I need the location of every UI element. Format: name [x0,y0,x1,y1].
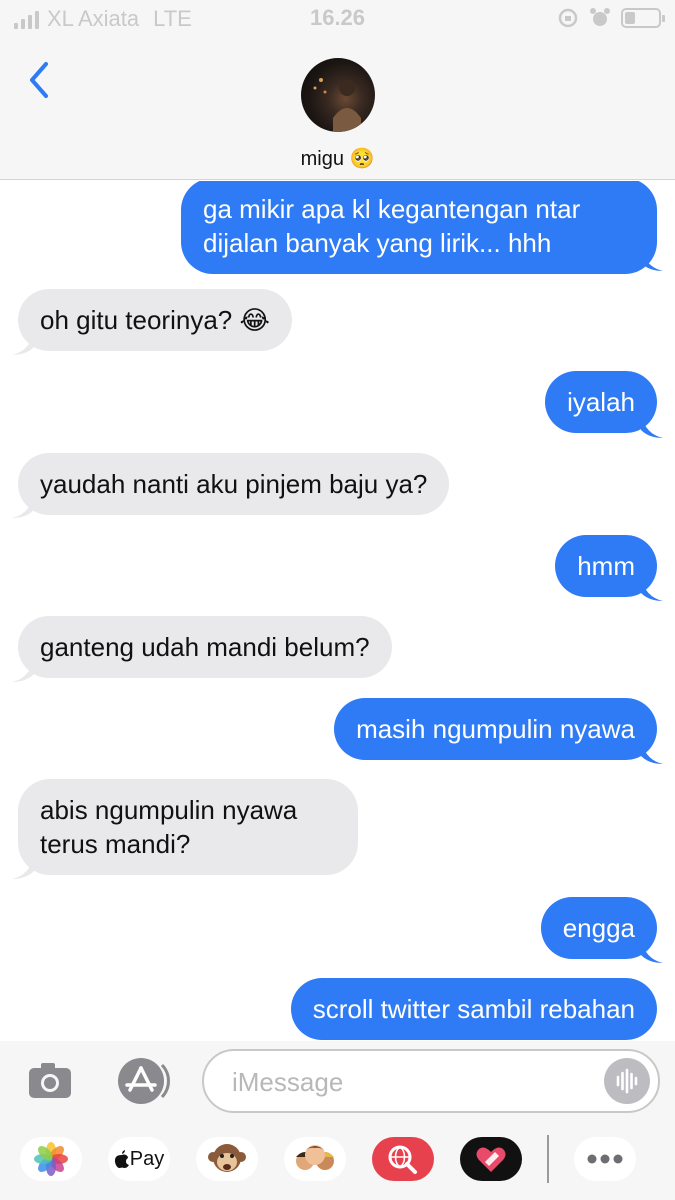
audio-message-button[interactable] [604,1058,650,1104]
contact-name[interactable]: migu 🥺 [0,146,675,171]
conversation-header: migu 🥺 [0,36,675,180]
avatar-photo [313,78,361,132]
message-bubble-incoming[interactable]: oh gitu teorinya? 😂 [18,289,292,351]
apple-logo-icon [114,1150,129,1168]
web-search-icon [388,1145,417,1174]
web-search-button[interactable] [372,1137,434,1181]
digital-touch-icon [476,1147,506,1172]
bubble-tail [12,331,34,355]
app-store-icon[interactable] [114,1057,172,1105]
photos-icon [34,1142,68,1176]
message-bubble-outgoing[interactable]: ga mikir apa kl kegantengan ntar dijalan… [181,181,657,274]
bubble-tail [641,247,663,271]
contact-avatar[interactable] [301,58,375,132]
memoji-button[interactable] [284,1137,346,1181]
back-chevron-icon[interactable] [22,58,62,102]
monkey-animoji-icon [208,1144,246,1172]
message-bubble-incoming[interactable]: ganteng udah mandi belum? [18,616,392,678]
rotation-lock-icon [558,8,578,28]
apple-pay-label: Pay [129,1147,165,1170]
more-icon [587,1154,623,1164]
message-bubble-outgoing[interactable]: masih ngumpulin nyawa [334,698,657,760]
more-apps-button[interactable] [574,1137,636,1181]
message-input-placeholder: iMessage [232,1067,344,1097]
message-input[interactable]: iMessage [202,1049,660,1113]
compose-bar: iMessage [0,1041,675,1121]
status-icons [557,7,665,29]
waveform-icon [616,1068,638,1094]
message-bubble-incoming[interactable]: abis ngumpulin nyawa terus mandi? [18,779,358,875]
bubble-tail [12,658,34,682]
camera-icon[interactable] [28,1061,72,1099]
bubble-tail [12,855,34,879]
animoji-button[interactable] [196,1137,258,1181]
message-list[interactable]: ga mikir apa kl kegantengan ntar dijalan… [0,181,675,1041]
digital-touch-button[interactable] [460,1137,522,1181]
memoji-icon [296,1145,334,1170]
apple-pay-button[interactable]: Pay [108,1137,170,1181]
bubble-tail [641,577,663,601]
battery-icon [621,8,665,28]
bubble-tail [641,740,663,764]
bubble-tail [12,494,34,518]
app-drawer-divider [547,1135,549,1183]
bubble-tail [641,414,663,438]
alarm-icon [590,8,610,26]
bubble-tail [641,939,663,963]
message-bubble-incoming[interactable]: yaudah nanti aku pinjem baju ya? [18,453,450,515]
photos-app-button[interactable] [20,1137,82,1181]
message-bubble-outgoing[interactable]: engga [540,897,657,959]
app-drawer: Pay [0,1121,675,1200]
message-bubble-outgoing[interactable]: scroll twitter sambil rebahan [290,978,657,1040]
status-bar: XL Axiata LTE 16.26 [0,0,675,36]
